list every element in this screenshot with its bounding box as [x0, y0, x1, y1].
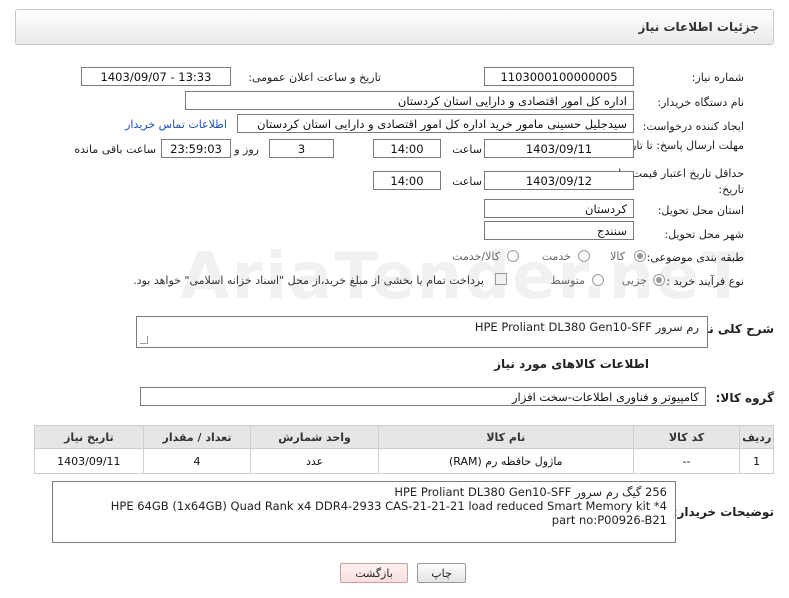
cell-code: -- — [632, 448, 741, 474]
reply-time-label: ساعت — [452, 143, 482, 156]
need-number-field: 1103000100000005 — [484, 67, 634, 86]
announce-label: تاریخ و ساعت اعلان عمومی: — [248, 71, 381, 84]
validity-time-label: ساعت — [452, 175, 482, 188]
reply-time-field: 14:00 — [373, 139, 441, 158]
buyer-description-label: توضیحات خریدار: — [672, 505, 774, 519]
payment-note: پرداخت تمام یا بخشی از مبلغ خرید،از محل … — [133, 274, 484, 287]
col-name-header: نام کالا — [377, 425, 634, 449]
goods-section-title: اطلاعات کالاهای مورد نیاز — [494, 357, 649, 371]
cell-date: 1403/09/11 — [34, 448, 144, 474]
treasury-checkbox[interactable] — [495, 273, 507, 285]
buyer-org-field: اداره کل امور اقتصادی و دارایی استان کرد… — [185, 91, 634, 110]
buyer-org-label: نام دستگاه خریدار: — [657, 96, 744, 109]
category-label: طبقه بندی موضوعی: — [646, 251, 744, 264]
summary-text: رم سرور HPE Proliant DL380 Gen10-SFF — [474, 320, 699, 334]
description-line: HPE 64GB (1x64GB) Quad Rank x4 DDR4-2933… — [110, 499, 667, 513]
category-option-goods-service: کالا/خدمت — [452, 250, 500, 263]
summary-field: رم سرور HPE Proliant DL380 Gen10-SFF — [136, 316, 708, 348]
requester-label: ایجاد کننده درخواست: — [642, 120, 744, 133]
page-title: جزئیات اطلاعات نیاز — [638, 20, 759, 34]
process-radio-medium[interactable] — [592, 274, 604, 286]
goods-group-field: کامپیوتر و فناوری اطلاعات-سخت افزار — [140, 387, 706, 406]
goods-group-label: گروه کالا: — [715, 391, 774, 405]
process-label: نوع فرآیند خرید : — [666, 275, 744, 288]
category-radio-goods-service[interactable] — [507, 250, 519, 262]
back-button[interactable]: بازگشت — [340, 563, 408, 583]
remaining-time-field: 23:59:03 — [161, 139, 231, 158]
table-header-row: ردیف کد کالا نام کالا واحد شمارش تعداد /… — [34, 425, 774, 449]
city-label: شهر محل تحویل: — [664, 228, 744, 241]
requester-field: سیدجلیل حسینی مامور خرید اداره کل امور ا… — [237, 114, 634, 133]
print-button[interactable]: چاپ — [417, 563, 466, 583]
category-option-goods: کالا — [610, 250, 625, 263]
process-option-medium: متوسط — [550, 274, 585, 287]
validity-time-field: 14:00 — [373, 171, 441, 190]
city-field: سنندج — [484, 221, 634, 240]
category-radio-service[interactable] — [578, 250, 590, 262]
province-label: استان محل تحویل: — [657, 204, 744, 217]
col-unit-header: واحد شمارش — [250, 425, 379, 449]
category-radio-goods[interactable] — [634, 250, 646, 262]
resize-handle-icon[interactable] — [140, 336, 148, 344]
goods-table: ردیف کد کالا نام کالا واحد شمارش تعداد /… — [34, 425, 774, 474]
cell-qty: 4 — [142, 448, 252, 474]
category-option-service: خدمت — [541, 250, 571, 263]
description-line: 256 گیگ رم سرور HPE Proliant DL380 Gen10… — [394, 485, 667, 499]
col-qty-header: تعداد / مقدار — [142, 425, 252, 449]
remaining-label: ساعت باقی مانده — [74, 143, 156, 156]
col-code-header: کد کالا — [632, 425, 741, 449]
reply-date-field: 1403/09/11 — [484, 139, 634, 158]
need-number-label: شماره نیاز: — [691, 71, 744, 84]
announce-field: 1403/09/07 - 13:33 — [81, 67, 231, 86]
buyer-contact-link[interactable]: اطلاعات تماس خریدار — [125, 118, 227, 131]
table-row: 1 -- ماژول حافظه رم (RAM) عدد 4 1403/09/… — [34, 448, 774, 474]
buyer-description-field: 256 گیگ رم سرور HPE Proliant DL380 Gen10… — [52, 481, 676, 543]
cell-row: 1 — [739, 448, 774, 474]
cell-name: ماژول حافظه رم (RAM) — [377, 448, 634, 474]
description-line: part no:P00926-B21 — [551, 513, 667, 527]
validity-date-field: 1403/09/12 — [484, 171, 634, 190]
process-option-minor: جزیی — [621, 274, 647, 287]
col-row-header: ردیف — [739, 425, 774, 449]
days-label: روز و — [234, 143, 259, 156]
province-field: کردستان — [484, 199, 634, 218]
cell-unit: عدد — [250, 448, 379, 474]
process-radio-minor[interactable] — [653, 274, 665, 286]
col-date-header: تاریخ نیاز — [34, 425, 144, 449]
days-field: 3 — [269, 139, 334, 158]
header-panel: جزئیات اطلاعات نیاز — [15, 9, 774, 45]
